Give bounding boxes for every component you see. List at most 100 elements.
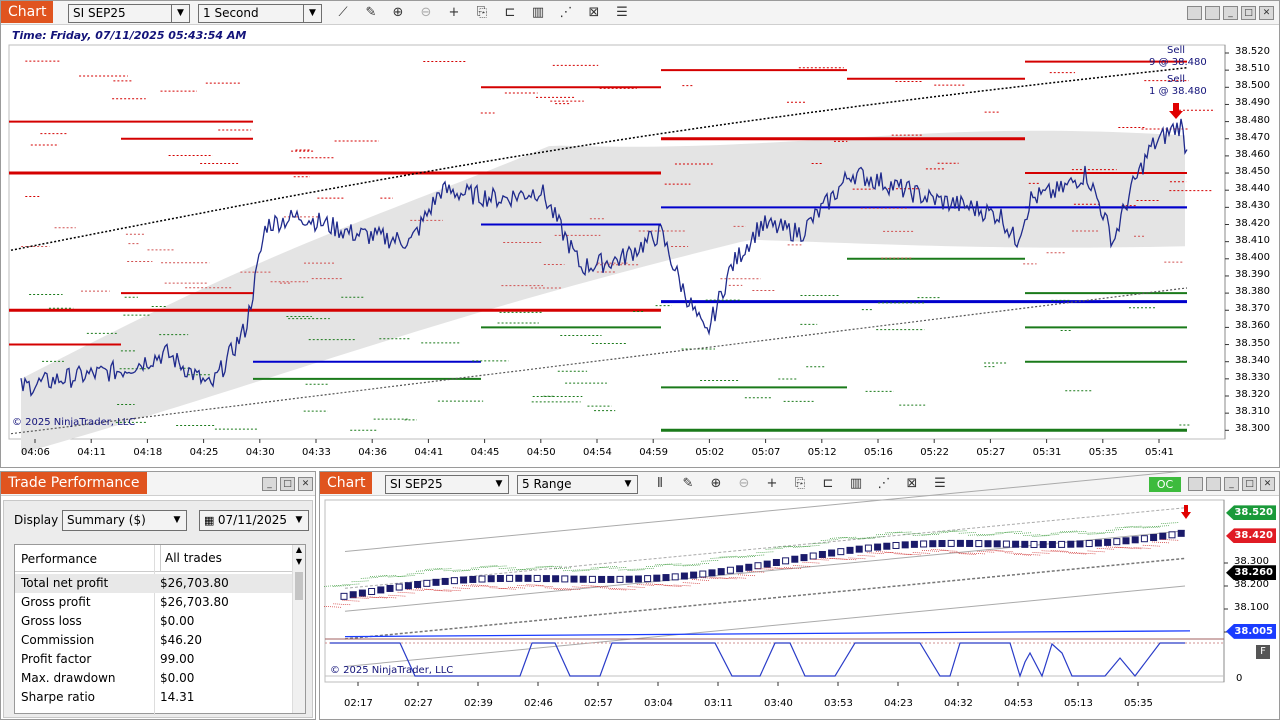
row-metric-value: $26,703.80 xyxy=(160,576,229,590)
trade-performance-body: Display Summary ($) ▼ ▦ 07/11/2025 ▼ Perfo… xyxy=(3,500,313,718)
scrollbar[interactable]: ▲ ▼ xyxy=(292,545,305,713)
candle xyxy=(975,540,983,548)
table-row[interactable]: Profit factor 99.00 xyxy=(15,650,293,669)
candle xyxy=(487,575,495,583)
price-label: 38.400 xyxy=(1235,251,1270,263)
scroll-thumb[interactable] xyxy=(295,572,303,600)
time-label: 05:41 xyxy=(1145,447,1174,458)
candle xyxy=(1076,540,1084,548)
price-label: 38.310 xyxy=(1235,406,1270,418)
price-label: 38.100 xyxy=(1234,602,1269,613)
price-label: 38.500 xyxy=(1235,80,1270,92)
trade-performance-window: Trade Performance _ □ ✕ Display Summary … xyxy=(0,471,316,720)
table-row[interactable]: Commission $46.20 xyxy=(15,631,293,650)
close-icon[interactable]: ✕ xyxy=(298,477,313,491)
price-label: 38.430 xyxy=(1235,200,1270,212)
panel-button[interactable]: F xyxy=(1256,645,1270,659)
time-label: 05:35 xyxy=(1124,698,1153,709)
candle xyxy=(1094,539,1102,547)
candle xyxy=(653,574,661,582)
candle xyxy=(910,540,918,548)
time-label: 05:13 xyxy=(1064,698,1093,709)
candle xyxy=(772,558,780,566)
candle xyxy=(441,577,449,585)
table-row[interactable]: Gross loss $0.00 xyxy=(15,612,293,631)
maximize-icon[interactable]: □ xyxy=(280,477,295,491)
row-metric-label: Max. drawdown xyxy=(21,671,116,685)
candle xyxy=(708,569,716,577)
time-label: 04:30 xyxy=(245,447,275,458)
price-label: 38.450 xyxy=(1235,166,1270,178)
price-tag: 38.520 xyxy=(1226,505,1276,521)
price-label: 38.520 xyxy=(1235,46,1270,57)
scroll-up-icon[interactable]: ▲ xyxy=(293,545,305,557)
minimize-icon[interactable]: _ xyxy=(262,477,277,491)
sell-label-1-line2: 9 @ 38.480 xyxy=(1149,57,1207,68)
column-header-all-trades[interactable]: All trades xyxy=(160,545,222,572)
candle xyxy=(837,548,845,556)
candle xyxy=(1122,537,1130,545)
candle xyxy=(634,575,642,583)
time-label: 04:41 xyxy=(414,447,444,458)
price-label: 38.490 xyxy=(1235,97,1270,109)
scroll-down-icon[interactable]: ▼ xyxy=(293,557,305,569)
price-label: 38.420 xyxy=(1235,217,1270,229)
time-label: 04:18 xyxy=(133,447,163,458)
candle xyxy=(340,592,348,600)
calendar-icon: ▦ xyxy=(204,514,218,527)
trade-performance-tab[interactable]: Trade Performance xyxy=(1,472,147,494)
price-label: 38.320 xyxy=(1235,389,1270,400)
candle xyxy=(561,575,569,583)
candle xyxy=(726,566,734,574)
row-metric-value: $0.00 xyxy=(160,614,195,628)
candle xyxy=(377,586,385,594)
price-label: 38.350 xyxy=(1235,337,1270,349)
candle xyxy=(966,539,974,547)
candle xyxy=(690,571,698,579)
row-metric-value: $46.20 xyxy=(160,633,202,647)
price-label: 38.470 xyxy=(1235,131,1270,143)
top-price-chart[interactable] xyxy=(1,1,1280,469)
candle xyxy=(699,570,707,578)
price-label: 38.340 xyxy=(1235,354,1270,366)
time-label: 04:32 xyxy=(944,698,973,709)
row-metric-value: 99.00 xyxy=(160,652,195,666)
chevron-down-icon: ▼ xyxy=(173,515,181,525)
candle xyxy=(828,549,836,557)
time-label: 03:40 xyxy=(764,698,793,709)
display-value: Summary ($) xyxy=(67,513,146,527)
price-tag: 38.005 xyxy=(1226,623,1276,639)
table-row[interactable]: Total net profit $26,703.80 xyxy=(15,574,293,593)
candle xyxy=(984,540,992,548)
candle xyxy=(680,572,688,580)
time-label: 05:07 xyxy=(751,447,781,458)
candle xyxy=(552,575,560,583)
row-metric-label: Gross loss xyxy=(21,614,82,628)
candle xyxy=(763,560,771,568)
candle xyxy=(892,541,900,549)
performance-table: Performance All trades Total net profit $… xyxy=(14,544,306,715)
price-label: 38.330 xyxy=(1235,371,1270,383)
candle xyxy=(644,575,652,583)
table-row[interactable]: Max. drawdown $0.00 xyxy=(15,669,293,688)
candle xyxy=(901,541,909,549)
candle xyxy=(754,562,762,570)
column-header-performance[interactable]: Performance xyxy=(21,552,97,566)
candle xyxy=(607,575,615,583)
bottom-copyright: © 2025 NinjaTrader, LLC xyxy=(330,665,454,676)
candle xyxy=(524,574,532,582)
date-picker[interactable]: ▦ 07/11/2025 ▼ xyxy=(199,510,309,531)
candle xyxy=(1085,540,1093,548)
sell-label-2-line2: 1 @ 38.480 xyxy=(1149,86,1207,97)
table-row[interactable]: Sharpe ratio 14.31 xyxy=(15,688,293,707)
time-label: 04:54 xyxy=(583,447,612,458)
candle xyxy=(616,575,624,583)
price-label: 38.370 xyxy=(1235,303,1270,315)
candle xyxy=(496,574,504,582)
display-selector[interactable]: Summary ($) ▼ xyxy=(62,510,187,531)
time-label: 04:33 xyxy=(302,447,331,458)
price-label: 38.510 xyxy=(1235,63,1270,75)
row-metric-value: $26,703.80 xyxy=(160,595,229,609)
table-row[interactable]: Gross profit $26,703.80 xyxy=(15,593,293,612)
bottom-price-chart[interactable] xyxy=(320,472,1280,721)
